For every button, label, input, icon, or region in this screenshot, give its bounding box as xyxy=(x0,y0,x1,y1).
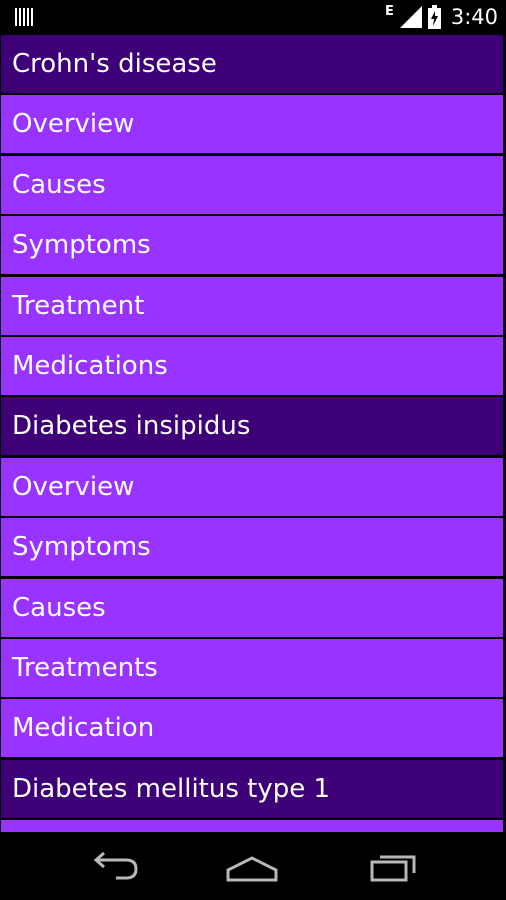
status-bar: E 3:40 xyxy=(0,0,506,34)
signal-icon xyxy=(399,6,422,28)
status-time: 3:40 xyxy=(450,5,498,29)
barcode-icon xyxy=(15,8,33,26)
list-section-header[interactable]: Diabetes mellitus type 1 xyxy=(1,759,503,818)
topic-list[interactable]: Crohn's disease Overview Causes Symptoms Tre… xyxy=(0,34,506,832)
battery-icon xyxy=(427,5,441,29)
list-section-header[interactable]: Diabetes insipidus xyxy=(1,397,503,456)
list-item[interactable]: Medications xyxy=(1,337,503,395)
list-item[interactable]: Causes xyxy=(1,155,503,214)
back-icon[interactable] xyxy=(82,846,142,886)
network-type-label: E xyxy=(384,3,394,19)
navigation-bar xyxy=(0,832,506,900)
list-item[interactable]: Causes xyxy=(1,578,503,637)
list-item[interactable]: Overview xyxy=(1,457,503,516)
list-item[interactable] xyxy=(1,820,503,832)
home-icon[interactable] xyxy=(222,846,282,886)
list-item[interactable]: Treatment xyxy=(1,276,503,335)
list-item[interactable]: Symptoms xyxy=(1,518,503,577)
list-item[interactable]: Medication xyxy=(1,699,503,758)
list-section-header[interactable]: Crohn's disease xyxy=(1,35,503,93)
recent-apps-icon[interactable] xyxy=(364,846,424,886)
status-icons: E 3:40 xyxy=(385,0,498,34)
list-item[interactable]: Symptoms xyxy=(1,216,503,275)
list-item[interactable]: Treatments xyxy=(1,639,503,697)
list-item[interactable]: Overview xyxy=(1,95,503,154)
